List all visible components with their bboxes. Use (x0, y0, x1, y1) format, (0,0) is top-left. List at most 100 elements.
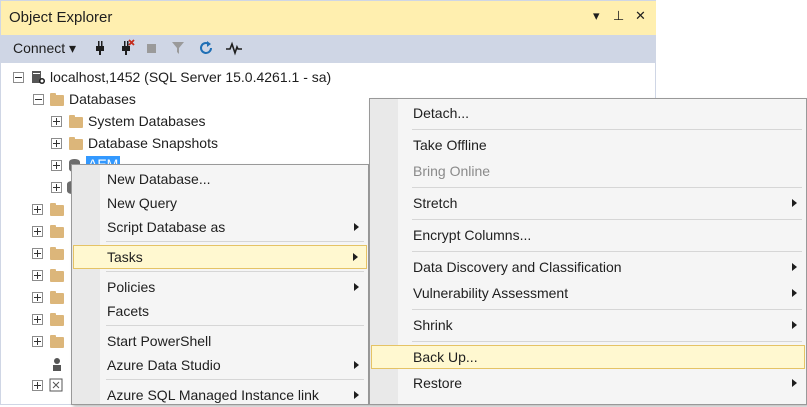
tree-node-server[interactable]: localhost,1452 (SQL Server 15.0.4261.1 -… (1, 67, 651, 89)
connect-button[interactable]: Connect ▾ (13, 40, 76, 57)
menu-item-label: Tasks (107, 249, 143, 265)
window-position-icon[interactable]: ▾ (593, 8, 600, 24)
menu-item-label: New Database... (107, 171, 211, 187)
menu-separator (106, 379, 364, 380)
databases-label: Databases (69, 91, 136, 107)
menu-item-policies[interactable]: Policies (73, 275, 367, 299)
expand-icon[interactable] (51, 182, 62, 193)
menu-item-vulnerability-assessment[interactable]: Vulnerability Assessment (371, 281, 805, 305)
menu-separator (412, 309, 802, 310)
menu-item-label: Encrypt Columns... (413, 227, 532, 243)
sql-agent-icon (53, 358, 61, 371)
tree-node-collapsed[interactable] (1, 265, 81, 287)
tree-node-collapsed[interactable] (1, 309, 81, 331)
menu-item-data-discovery[interactable]: Data Discovery and Classification (371, 255, 805, 279)
menu-separator (412, 187, 802, 188)
menu-separator (412, 129, 802, 130)
expand-icon[interactable] (51, 138, 62, 149)
menu-separator (412, 219, 802, 220)
menu-item-label: Take Offline (413, 137, 487, 153)
system-databases-label: System Databases (88, 113, 206, 129)
tree-node-agent[interactable] (1, 353, 81, 375)
menu-separator (106, 241, 364, 242)
menu-separator (106, 271, 364, 272)
menu-item-facets[interactable]: Facets (73, 299, 367, 323)
submenu-arrow-icon (354, 361, 359, 369)
expand-icon[interactable] (51, 160, 62, 171)
object-explorer-title-bar: Object Explorer ▾ ⊥ ✕ (1, 1, 656, 35)
folder-icon (50, 247, 64, 260)
expand-icon[interactable] (32, 380, 43, 391)
menu-item-tasks[interactable]: Tasks (73, 245, 367, 269)
menu-item-take-offline[interactable]: Take Offline (371, 133, 805, 157)
menu-item-label: Data Discovery and Classification (413, 259, 622, 275)
menu-item-encrypt-columns[interactable]: Encrypt Columns... (371, 223, 805, 247)
menu-item-restore[interactable]: Restore (371, 371, 805, 395)
menu-separator (412, 251, 802, 252)
menu-item-label: Vulnerability Assessment (413, 285, 569, 301)
menu-item-shrink[interactable]: Shrink (371, 313, 805, 337)
expand-icon[interactable] (32, 248, 43, 259)
activity-monitor-icon[interactable] (225, 39, 243, 57)
tree-node-collapsed[interactable] (1, 331, 81, 353)
menu-item-label: Start PowerShell (107, 333, 212, 349)
stop-icon[interactable] (143, 39, 161, 57)
server-icon (32, 71, 45, 84)
collapse-icon[interactable] (13, 72, 24, 83)
folder-icon (50, 335, 64, 348)
menu-item-script-database-as[interactable]: Script Database as (73, 215, 367, 239)
disconnect-icon[interactable] (117, 39, 135, 57)
folder-icon (50, 269, 64, 282)
submenu-arrow-icon (354, 223, 359, 231)
tree-node-collapsed[interactable] (1, 221, 81, 243)
folder-icon (50, 291, 64, 304)
menu-item-label: Detach... (413, 105, 470, 121)
expand-icon[interactable] (32, 292, 43, 303)
menu-item-label: Azure Data Studio (107, 357, 221, 373)
menu-item-azure-data-studio[interactable]: Azure Data Studio (73, 353, 367, 377)
menu-item-detach[interactable]: Detach... (371, 101, 805, 125)
menu-item-label: Azure SQL Managed Instance link (107, 387, 319, 403)
panel-title: Object Explorer (9, 9, 113, 26)
menu-item-label: New Query (107, 195, 178, 211)
tree-node-collapsed[interactable] (1, 199, 81, 221)
menu-item-back-up[interactable]: Back Up... (371, 345, 805, 369)
submenu-arrow-icon (792, 289, 797, 297)
tree-node-xevent[interactable] (1, 375, 81, 397)
collapse-icon[interactable] (33, 94, 44, 105)
menu-item-bring-online[interactable]: Bring Online (371, 159, 805, 183)
menu-item-stretch[interactable]: Stretch (371, 191, 805, 215)
expand-icon[interactable] (32, 204, 43, 215)
menu-item-label: Stretch (413, 195, 458, 211)
close-icon[interactable]: ✕ (635, 8, 646, 24)
menu-item-start-powershell[interactable]: Start PowerShell (73, 329, 367, 353)
folder-icon (69, 115, 83, 128)
menu-item-azure-sql-mi-link[interactable]: Azure SQL Managed Instance link (73, 383, 367, 407)
expand-icon[interactable] (32, 270, 43, 281)
tree-node-collapsed[interactable] (1, 243, 81, 265)
menu-item-new-database[interactable]: New Database... (73, 167, 367, 191)
tree-node-collapsed[interactable] (1, 287, 81, 309)
menu-item-label: Restore (413, 375, 463, 391)
menu-item-label: Script Database as (107, 219, 226, 235)
menu-item-label: Bring Online (413, 163, 491, 179)
database-snapshots-label: Database Snapshots (88, 135, 218, 151)
expand-icon[interactable] (32, 336, 43, 347)
connect-plug-icon[interactable] (91, 39, 109, 57)
expand-icon[interactable] (32, 314, 43, 325)
expand-icon[interactable] (32, 226, 43, 237)
submenu-arrow-icon (354, 391, 359, 399)
pin-icon[interactable]: ⊥ (613, 8, 624, 24)
folder-icon (50, 203, 64, 216)
folder-icon (50, 93, 64, 106)
submenu-arrow-icon (792, 321, 797, 329)
menu-separator (106, 325, 364, 326)
submenu-arrow-icon (354, 283, 359, 291)
expand-icon[interactable] (51, 116, 62, 127)
filter-icon[interactable] (169, 39, 187, 57)
menu-item-new-query[interactable]: New Query (73, 191, 367, 215)
object-explorer-toolbar: Connect ▾ (1, 35, 656, 63)
server-label: localhost,1452 (SQL Server 15.0.4261.1 -… (50, 69, 332, 85)
tree-node-hidden-database[interactable] (1, 177, 81, 199)
refresh-icon[interactable] (197, 39, 215, 57)
